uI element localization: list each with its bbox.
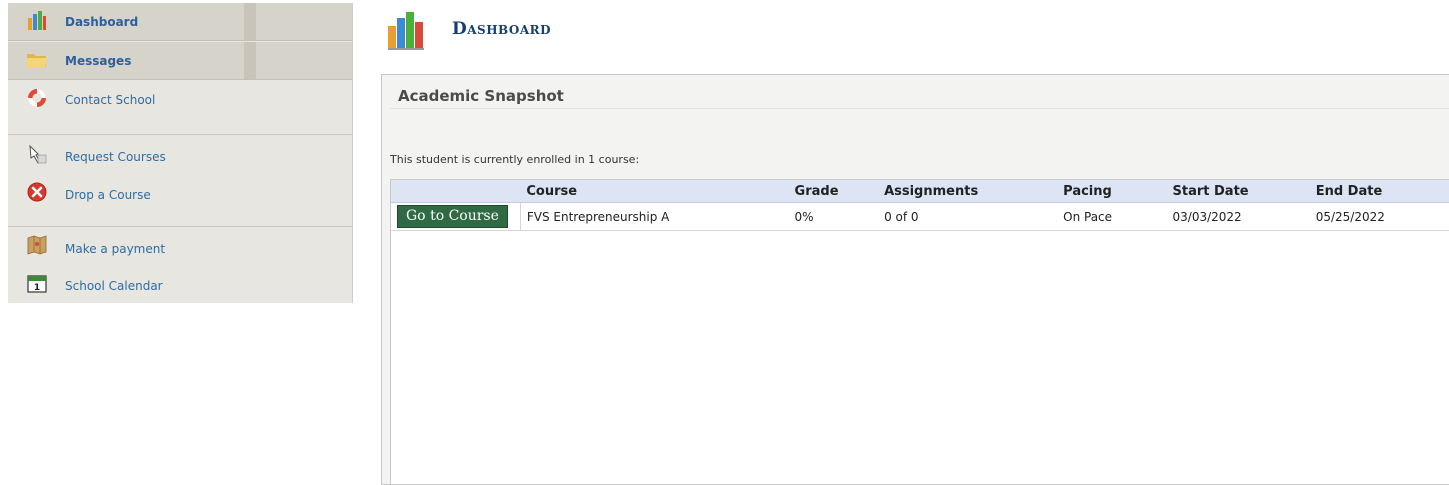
sidebar-item-label: Make a payment [65, 242, 166, 256]
table-header-row: Course Grade Assignments Pacing Start Da… [391, 180, 1449, 203]
assignments-cell: 0 of 0 [878, 202, 1058, 231]
sidebar: Dashboard Messages Contact School Reques… [8, 3, 353, 303]
sidebar-item-label: Dashboard [65, 15, 139, 29]
bar-chart-icon [28, 11, 46, 30]
sidebar-item-label: Messages [65, 54, 132, 68]
sidebar-item-divider [244, 42, 256, 79]
sidebar-item-label: Contact School [65, 93, 156, 107]
sidebar-separator [8, 226, 352, 227]
sidebar-separator [8, 134, 352, 135]
sidebar-item-divider [244, 3, 256, 40]
panel-title: Academic Snapshot [398, 87, 564, 105]
course-cell: FVS Entrepreneurship A [519, 202, 789, 231]
column-header-course: Course [520, 180, 789, 203]
start-date-cell: 03/03/2022 [1166, 202, 1310, 231]
course-table: Course Grade Assignments Pacing Start Da… [391, 180, 1449, 231]
action-cell: Go to Course [391, 202, 521, 231]
sidebar-item-messages[interactable]: Messages [8, 42, 352, 80]
column-header-grade: Grade [788, 180, 879, 203]
red-x-icon [27, 182, 47, 202]
svg-text:1: 1 [34, 283, 40, 293]
sidebar-item-make-payment[interactable]: Make a payment [8, 231, 352, 261]
column-header-end-date: End Date [1309, 180, 1449, 203]
grade-cell: 0% [788, 202, 879, 231]
folder-icon [26, 54, 47, 68]
column-header-action [391, 180, 521, 203]
sidebar-item-school-calendar[interactable]: 1 School Calendar [8, 268, 352, 298]
sidebar-item-dashboard[interactable]: Dashboard [8, 3, 352, 41]
sidebar-item-drop-course[interactable]: Drop a Course [8, 178, 352, 208]
bar-chart-icon [388, 12, 424, 50]
lifebuoy-icon [28, 89, 46, 107]
map-icon [27, 235, 47, 255]
pacing-cell: On Pace [1057, 202, 1167, 231]
sidebar-item-label: School Calendar [65, 279, 163, 293]
go-to-course-button[interactable]: Go to Course [397, 205, 508, 228]
end-date-cell: 05/25/2022 [1309, 202, 1449, 231]
panel-divider [390, 108, 1449, 109]
course-table-container: Course Grade Assignments Pacing Start Da… [390, 179, 1449, 485]
sidebar-item-label: Request Courses [65, 150, 166, 164]
column-header-pacing: Pacing [1057, 180, 1167, 203]
calendar-icon: 1 [27, 275, 47, 293]
column-header-assignments: Assignments [878, 180, 1058, 203]
enrollment-text: This student is currently enrolled in 1 … [390, 153, 640, 166]
sidebar-item-request-courses[interactable]: Request Courses [8, 139, 352, 169]
table-row: Go to Course FVS Entrepreneurship A 0% 0… [391, 202, 1449, 231]
academic-snapshot-panel: Academic Snapshot This student is curren… [381, 74, 1449, 485]
sidebar-item-contact-school[interactable]: Contact School [8, 85, 352, 115]
sidebar-item-label: Drop a Course [65, 188, 151, 202]
pointer-hand-icon [29, 144, 47, 164]
page-title: Dashboard [452, 19, 552, 39]
column-header-start-date: Start Date [1166, 180, 1310, 203]
